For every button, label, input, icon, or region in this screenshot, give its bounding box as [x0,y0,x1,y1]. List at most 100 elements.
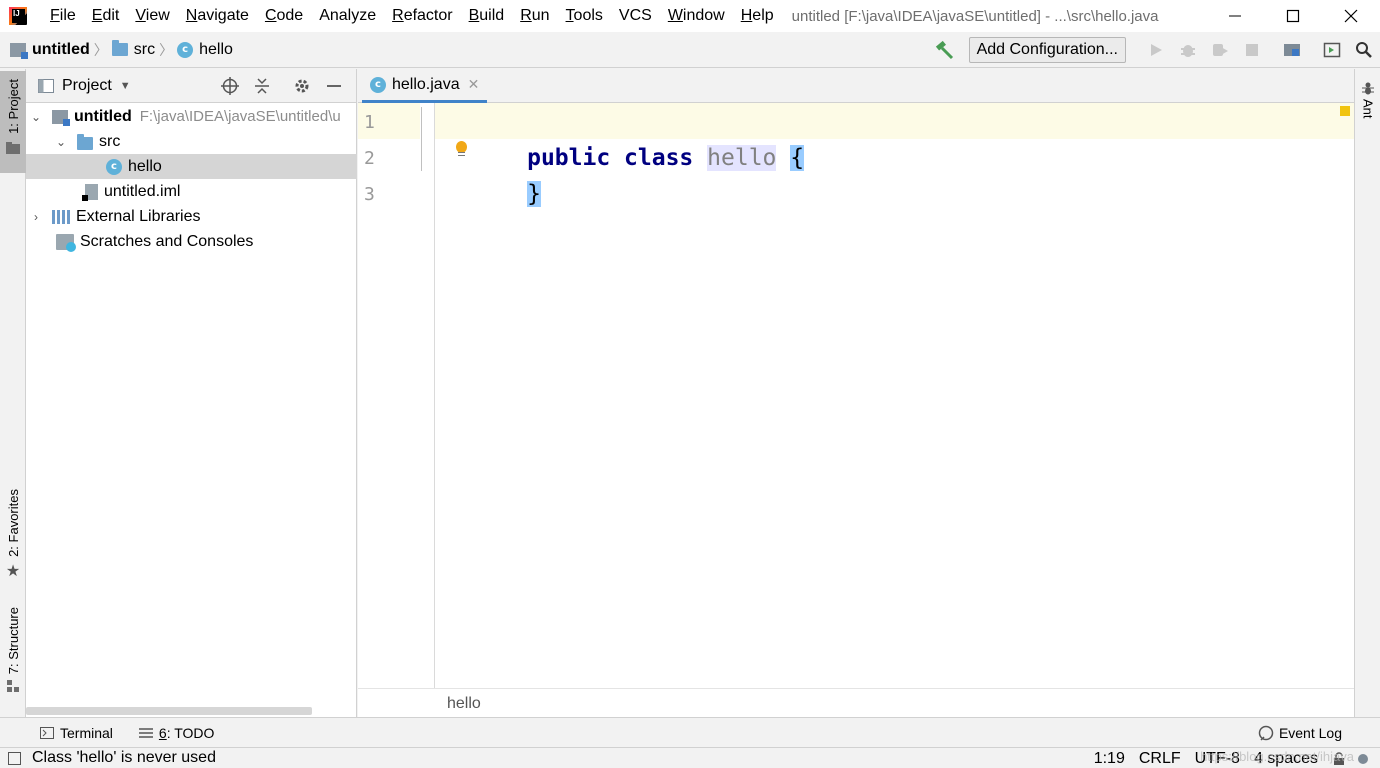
project-panel-tools [214,69,350,103]
project-structure-button[interactable] [1276,32,1308,68]
warning-marker-icon[interactable] [1340,106,1350,116]
right-tool-strip: Ant [1354,69,1380,717]
add-configuration-button[interactable]: Add Configuration... [968,37,1126,63]
window-title: untitled [F:\java\IDEA\javaSE\untitled] … [791,7,1159,25]
tree-item-untitled[interactable]: ⌄ untitled F:\java\IDEA\javaSE\untitled\… [26,104,357,129]
maximize-button[interactable] [1264,0,1322,32]
menu-vcs[interactable]: VCS [611,0,660,32]
scratches-icon [56,233,76,252]
chevron-right-icon[interactable]: › [30,210,42,224]
line-number: 1 [364,112,375,133]
line-number: 3 [364,184,375,205]
chevron-down-icon[interactable]: ⌄ [55,135,67,149]
status-toggle-icon[interactable] [8,752,21,765]
event-log-label: Event Log [1278,725,1342,741]
menu-mnemonic: R [520,7,532,24]
stop-icon [1246,44,1258,56]
menu-analyze[interactable]: Analyze [311,0,384,32]
menu-code[interactable]: Code [257,0,311,32]
run-anything-button[interactable] [1316,32,1348,68]
horizontal-scrollbar[interactable] [26,707,312,715]
code-area[interactable]: public class hello { } [435,103,1354,688]
menu-edit[interactable]: Edit [84,0,128,32]
close-tab-icon[interactable]: ✕ [468,76,480,93]
tool-tab-project-label: 1: Project [5,79,21,134]
main-menu: File Edit View Navigate Code Analyze Ref… [42,0,782,32]
tool-tab-structure-label: 7: Structure [5,607,21,675]
project-window-icon [38,78,54,93]
terminal-icon [40,726,54,739]
intention-bulb-base [458,152,465,156]
project-panel: Project ▼ ⌄ untitled F:\java\IDEA\javaSE… [26,69,357,717]
chevron-down-icon[interactable]: ⌄ [30,110,42,124]
breadcrumb-src[interactable]: src [111,40,156,59]
folder-icon [111,40,128,56]
settings-button[interactable] [286,69,318,103]
tree-item-untitled-iml[interactable]: untitled.iml [26,179,357,204]
project-panel-title: Project [62,76,112,94]
line-separator[interactable]: CRLF [1139,750,1181,768]
ant-icon [1362,82,1374,95]
menu-navigate[interactable]: Navigate [178,0,257,32]
menu-tools[interactable]: Tools [558,0,611,32]
terminal-tab[interactable]: Terminal [40,725,113,741]
menu-refactor[interactable]: Refactor [384,0,460,32]
tool-tab-favorites[interactable]: 2: Favorites ★ [0,489,26,589]
coverage-button[interactable] [1204,32,1236,68]
menu-help[interactable]: Help [733,0,782,32]
todo-tab[interactable]: 6: TODO [138,724,215,741]
caret-position[interactable]: 1:19 [1094,750,1125,768]
tool-tab-ant-label: Ant [1360,99,1376,119]
menu-view[interactable]: View [127,0,177,32]
menu-run[interactable]: Run [512,0,557,32]
editor-breadcrumb[interactable]: hello [447,695,481,713]
tool-tab-project[interactable]: 1: Project [0,71,26,173]
build-hammer-icon[interactable] [933,39,955,61]
close-icon [1344,9,1358,23]
tree-item-src[interactable]: ⌄ src [26,129,357,154]
tree-item-label: External Libraries [76,207,201,225]
hide-panel-button[interactable] [318,69,350,103]
todo-tab-label: : TODO [166,724,215,741]
tree-item-external-libraries[interactable]: › External Libraries [26,204,357,229]
collapse-all-icon [255,78,269,94]
keyword-class: class [624,145,694,171]
menu-label: indow [682,7,725,24]
java-class-icon: c [177,41,194,58]
debug-bug-icon [1181,45,1195,57]
menu-mnemonic: F [50,7,60,24]
tool-tab-structure[interactable]: 7: Structure [0,607,26,707]
project-panel-header: Project ▼ [26,69,356,103]
minimize-button[interactable] [1206,0,1264,32]
minimize-icon [327,85,341,87]
close-window-button[interactable] [1322,0,1380,32]
tab-hello-java[interactable]: c hello.java ✕ [362,69,488,103]
menu-window[interactable]: Window [660,0,733,32]
tool-tab-ant[interactable]: Ant [1355,81,1380,119]
menu-label: ools [573,7,603,24]
event-log-tab[interactable]: Event Log [1258,718,1342,748]
editor-breadcrumb-bar: hello [358,688,1354,717]
menu-file[interactable]: File [42,0,84,32]
tree-item-hello[interactable]: c hello [26,154,357,179]
breadcrumb-project[interactable]: untitled [10,41,90,59]
search-everywhere-button[interactable] [1348,32,1380,68]
tree-item-scratches[interactable]: Scratches and Consoles [26,229,357,254]
breadcrumb-src-label: src [133,40,156,58]
menu-mnemonic: W [667,7,683,24]
stop-button[interactable] [1236,32,1268,68]
debug-button[interactable] [1172,32,1204,68]
breadcrumb-chevron-icon: 〉 [93,41,108,58]
class-name-unused: hello [707,145,777,171]
menu-build[interactable]: Build [461,0,513,32]
locate-file-button[interactable] [214,69,246,103]
inspector-icon[interactable] [1356,752,1370,766]
chevron-down-icon: ▼ [119,79,131,92]
bottom-tool-bar: Terminal 6: TODO Event Log [0,717,1380,747]
project-view-selector[interactable]: Project ▼ [38,77,131,95]
collapse-all-button[interactable] [246,69,278,103]
breadcrumb-hello[interactable]: c hello [177,41,233,59]
tree-item-label: src [99,132,121,150]
close-brace-matched: } [527,181,541,207]
run-button[interactable] [1140,32,1172,68]
